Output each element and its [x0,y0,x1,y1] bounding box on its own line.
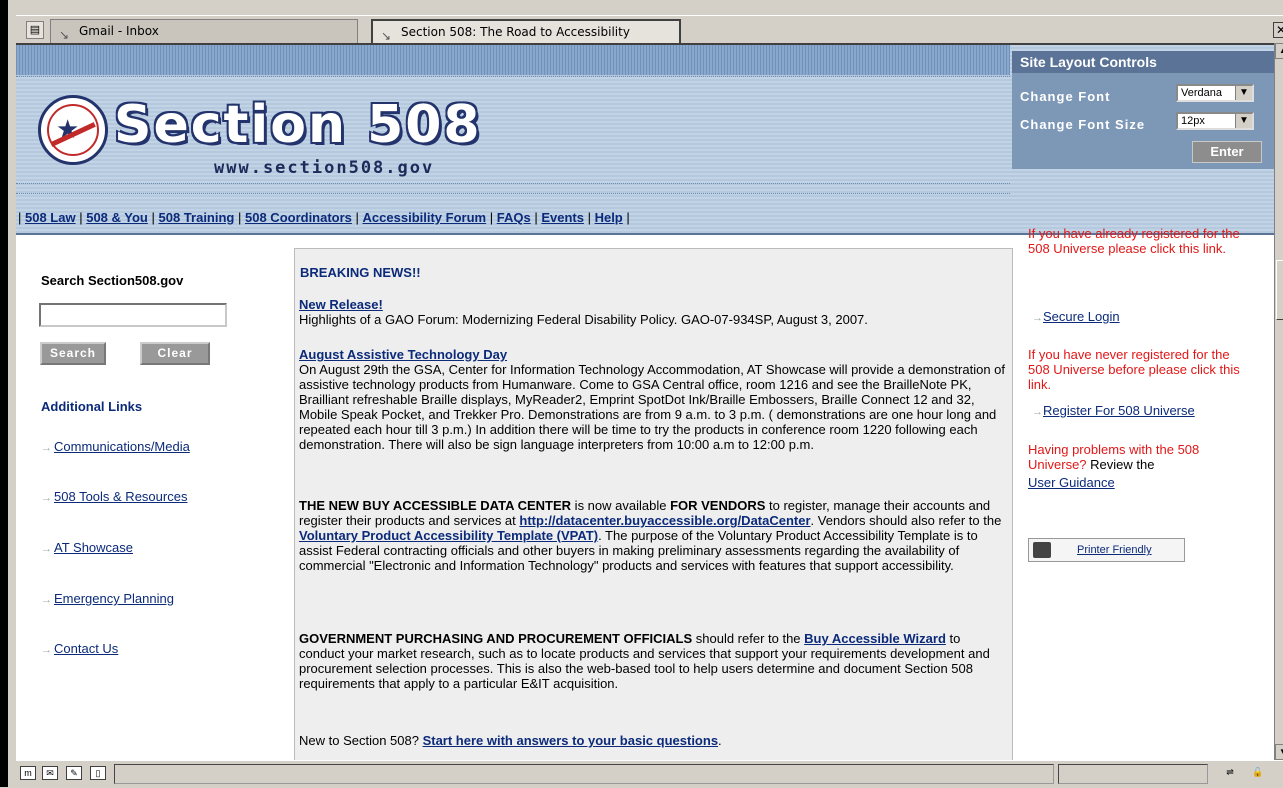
scroll-thumb[interactable] [1276,260,1283,320]
news-item-new-release: New Release! Highlights of a GAO Forum: … [299,297,1009,327]
nav-faqs[interactable]: FAQs [497,210,531,225]
arrow-icon: → [41,543,52,555]
mail-icon[interactable]: ✉ [42,766,58,780]
change-font-size-label: Change Font Size [1020,117,1146,132]
news-procurement: GOVERNMENT PURCHASING AND PROCUREMENT OF… [299,631,990,691]
registered-text: If you have already registered for the 5… [1028,226,1240,256]
new-release-body: Highlights of a GAO Forum: Modernizing F… [299,312,868,327]
arrow-icon: → [41,492,52,504]
logo-url: www.section508.gov [214,158,435,178]
search-button[interactable]: Search [40,342,106,365]
chevron-down-icon: ▼ [1235,86,1252,100]
secure-login-link[interactable]: Secure Login [1043,309,1120,324]
additional-links-title: Additional Links [41,399,143,414]
chevron-down-icon: ▼ [1235,114,1252,128]
never-registered-text: If you have never registered for the 508… [1028,347,1240,392]
printer-icon [1033,542,1051,558]
link-contact-us[interactable]: → Contact Us [41,641,118,656]
at-day-link[interactable]: August Assistive Technology Day [299,347,507,362]
link-508-tools-resources[interactable]: → 508 Tools & Resources [41,489,187,504]
status-bar: m ✉ ✎ ▯ ⇌ 🔓 [16,760,1283,788]
progress-field [1058,764,1208,784]
security-lock-icon[interactable]: 🔓 [1250,766,1266,780]
navigator-icon[interactable]: m [20,766,36,780]
address-book-icon[interactable]: ▯ [90,766,106,780]
clear-button[interactable]: Clear [140,342,210,365]
scroll-down-icon[interactable]: ▼ [1275,744,1283,760]
user-guidance-link[interactable]: User Guidance [1028,475,1115,490]
layout-controls-title: Site Layout Controls [1012,51,1274,73]
logo-title[interactable]: Section 508 [114,97,482,153]
register-link[interactable]: Register For 508 Universe [1043,403,1195,418]
enter-button[interactable]: Enter [1192,141,1262,163]
buy-accessible-wizard-link[interactable]: Buy Accessible Wizard [804,631,946,646]
status-text-field [114,764,1054,784]
news-new-to-508: New to Section 508? Start here with answ… [299,733,722,748]
problems-text: Having problems with the 508 Universe? R… [1028,442,1200,472]
scroll-up-icon[interactable]: ▲ [1275,43,1283,59]
page-viewport: ★ Section 508 www.section508.gov Site La… [16,43,1274,762]
vpat-link[interactable]: Voluntary Product Accessibility Template… [299,528,598,543]
header-strip [16,45,1010,75]
nav-help[interactable]: Help [595,210,623,225]
start-here-link[interactable]: Start here with answers to your basic qu… [423,733,718,748]
tab-label: Gmail - Inbox [79,24,159,38]
new-tab-icon[interactable]: ▤ [26,21,44,39]
nav-508-coordinators[interactable]: 508 Coordinators [245,210,352,225]
arrow-icon: → [41,644,52,656]
link-communications-media[interactable]: → Communications/Media [41,439,190,454]
font-select[interactable]: Verdana ▼ [1176,84,1254,102]
tab-section508[interactable]: ↘ Section 508: The Road to Accessibility [371,19,681,43]
datacenter-link[interactable]: http://datacenter.buyaccessible.org/Data… [519,513,810,528]
link-at-showcase[interactable]: → AT Showcase [41,540,133,555]
site-header: ★ Section 508 www.section508.gov Site La… [16,45,1274,233]
arrow-icon: → [1032,406,1043,418]
link-emergency-planning[interactable]: → Emergency Planning [41,591,174,606]
news-item-at-day: August Assistive Technology Day On Augus… [299,347,1009,452]
composer-icon[interactable]: ✎ [66,766,82,780]
nav-accessibility-forum[interactable]: Accessibility Forum [363,210,487,225]
user-guidance-item[interactable]: User Guidance [1028,475,1115,490]
close-tab-icon[interactable]: ✕ [1273,22,1283,38]
new-release-link[interactable]: New Release! [299,297,383,312]
arrow-icon: → [41,594,52,606]
search-input[interactable] [39,303,227,327]
browser-window: ▤ ↘ Gmail - Inbox ↘ Section 508: The Roa… [0,0,1283,788]
online-status-icon[interactable]: ⇌ [1216,766,1244,780]
breaking-news-heading: BREAKING NEWS!! [300,265,421,280]
tab-bar: ▤ ↘ Gmail - Inbox ↘ Section 508: The Roa… [16,15,1283,44]
at-day-body: On August 29th the GSA, Center for Infor… [299,362,1005,452]
change-font-label: Change Font [1020,89,1111,104]
register-item[interactable]: →Register For 508 Universe [1032,403,1195,418]
search-title: Search Section508.gov [41,273,184,288]
nav-508-and-you[interactable]: 508 & You [86,210,148,225]
vertical-scrollbar[interactable]: ▲ ▼ [1274,43,1283,760]
printer-friendly-link[interactable]: Printer Friendly [1077,539,1152,561]
nav-508-training[interactable]: 508 Training [159,210,235,225]
tab-gmail[interactable]: ↘ Gmail - Inbox [50,19,358,43]
font-size-select[interactable]: 12px ▼ [1176,112,1254,130]
nav-508-law[interactable]: 508 Law [25,210,76,225]
tab-label: Section 508: The Road to Accessibility [401,25,630,39]
arrow-icon: → [41,442,52,454]
news-data-center: THE NEW BUY ACCESSIBLE DATA CENTER is no… [299,498,1002,573]
secure-login-item[interactable]: →Secure Login [1032,309,1120,324]
printer-friendly-button[interactable]: Printer Friendly [1028,538,1185,562]
arrow-icon: → [1032,312,1043,324]
section508-seal-logo: ★ [38,95,108,165]
nav-events[interactable]: Events [541,210,584,225]
